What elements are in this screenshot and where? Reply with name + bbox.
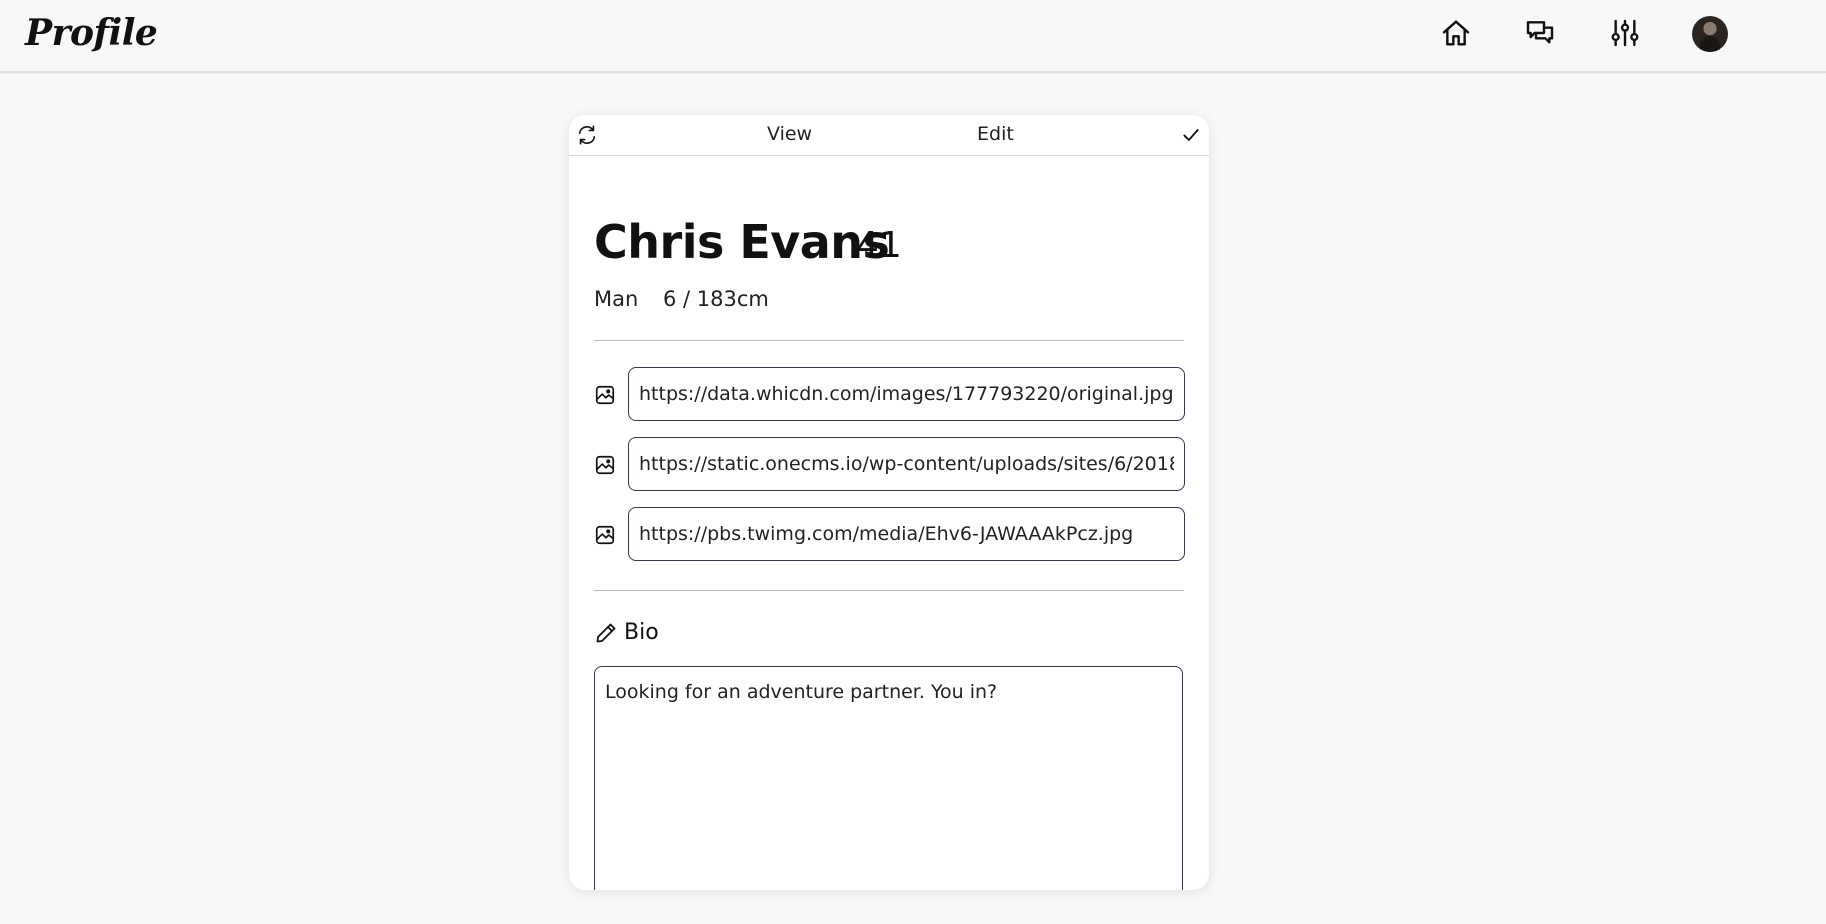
profile-name: Chris Evans [594,215,890,269]
profile-height: 6 / 183cm [663,287,769,311]
home-icon[interactable] [1438,15,1474,51]
profile-age: 41 [856,225,902,266]
bio-label: Bio [624,620,659,645]
top-navigation-bar: Profile [0,0,1826,73]
profile-gender: Man [594,287,639,311]
refresh-icon[interactable] [575,123,599,147]
divider [594,340,1184,341]
image-url-input-3[interactable] [628,507,1185,561]
image-url-input-1[interactable] [628,367,1185,421]
page-title: Profile [25,12,158,54]
image-icon [595,525,615,545]
tab-view[interactable]: View [767,123,812,145]
image-icon [595,385,615,405]
bio-textarea[interactable]: Looking for an adventure partner. You in… [594,666,1183,890]
avatar[interactable] [1692,16,1728,52]
profile-edit-card: View Edit Chris Evans 41 Man 6 / 183cm B… [569,115,1209,890]
check-icon[interactable] [1179,123,1203,147]
image-icon [595,455,615,475]
divider [594,590,1184,591]
sliders-icon[interactable] [1607,15,1643,51]
chat-icon[interactable] [1522,15,1558,51]
pencil-icon [596,623,616,643]
card-toolbar: View Edit [569,115,1209,156]
image-url-input-2[interactable] [628,437,1185,491]
tab-edit[interactable]: Edit [977,123,1014,145]
